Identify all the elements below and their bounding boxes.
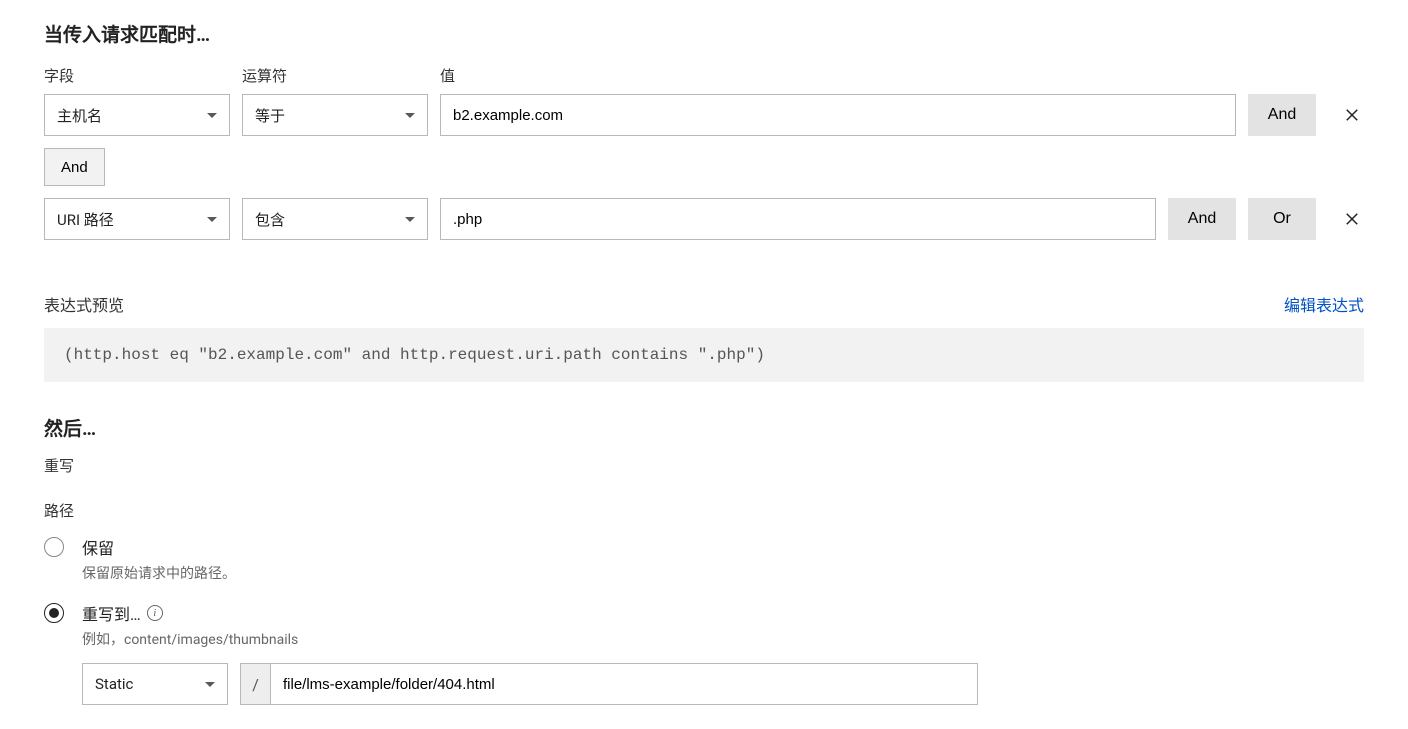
radio-option-rewrite-to[interactable]: 重写到… i 例如，content/images/thumbnails bbox=[44, 601, 1364, 649]
info-icon[interactable]: i bbox=[147, 605, 163, 621]
chevron-down-icon bbox=[205, 682, 215, 687]
rule-row: URI 路径 包含 And Or bbox=[44, 198, 1364, 240]
field-select[interactable]: URI 路径 bbox=[44, 198, 230, 240]
value-input[interactable] bbox=[440, 94, 1236, 136]
radio-description: 例如，content/images/thumbnails bbox=[82, 629, 298, 649]
radio-button[interactable] bbox=[44, 603, 64, 623]
chevron-down-icon bbox=[207, 217, 217, 222]
close-icon bbox=[1343, 106, 1361, 124]
radio-button[interactable] bbox=[44, 537, 64, 557]
then-heading: 然后… bbox=[44, 414, 1364, 441]
rewrite-type-value: Static bbox=[95, 675, 133, 693]
operator-select-value: 包含 bbox=[255, 209, 285, 230]
operator-select[interactable]: 等于 bbox=[242, 94, 428, 136]
close-icon bbox=[1343, 210, 1361, 228]
value-input[interactable] bbox=[440, 198, 1156, 240]
value-column-label: 值 bbox=[440, 65, 1364, 86]
logic-connector-button[interactable]: And bbox=[44, 148, 105, 186]
radio-description: 保留原始请求中的路径。 bbox=[82, 563, 236, 583]
remove-rule-button[interactable] bbox=[1340, 207, 1364, 231]
field-select-value: URI 路径 bbox=[57, 209, 114, 230]
field-column-label: 字段 bbox=[44, 65, 230, 86]
remove-rule-button[interactable] bbox=[1340, 103, 1364, 127]
radio-label: 重写到… i bbox=[82, 601, 298, 625]
rule-row: 主机名 等于 And bbox=[44, 94, 1364, 136]
chevron-down-icon bbox=[207, 113, 217, 118]
operator-select-value: 等于 bbox=[255, 105, 285, 126]
field-select-value: 主机名 bbox=[57, 105, 102, 126]
rewrite-type-select[interactable]: Static bbox=[82, 663, 228, 705]
rewrite-path-input[interactable] bbox=[270, 663, 978, 705]
path-label: 路径 bbox=[44, 500, 1364, 521]
and-button[interactable]: And bbox=[1168, 198, 1236, 240]
when-match-heading: 当传入请求匹配时… bbox=[44, 20, 1364, 47]
radio-option-preserve[interactable]: 保留 保留原始请求中的路径。 bbox=[44, 535, 1364, 583]
operator-column-label: 运算符 bbox=[242, 65, 428, 86]
or-button[interactable]: Or bbox=[1248, 198, 1316, 240]
expression-preview-label: 表达式预览 bbox=[44, 292, 124, 316]
field-select[interactable]: 主机名 bbox=[44, 94, 230, 136]
expression-preview-code: (http.host eq "b2.example.com" and http.… bbox=[44, 328, 1364, 382]
rewrite-label: 重写 bbox=[44, 455, 1364, 476]
radio-label: 保留 bbox=[82, 535, 236, 559]
path-prefix: / bbox=[240, 663, 270, 705]
and-button[interactable]: And bbox=[1248, 94, 1316, 136]
edit-expression-link[interactable]: 编辑表达式 bbox=[1284, 292, 1364, 316]
operator-select[interactable]: 包含 bbox=[242, 198, 428, 240]
chevron-down-icon bbox=[405, 113, 415, 118]
chevron-down-icon bbox=[405, 217, 415, 222]
